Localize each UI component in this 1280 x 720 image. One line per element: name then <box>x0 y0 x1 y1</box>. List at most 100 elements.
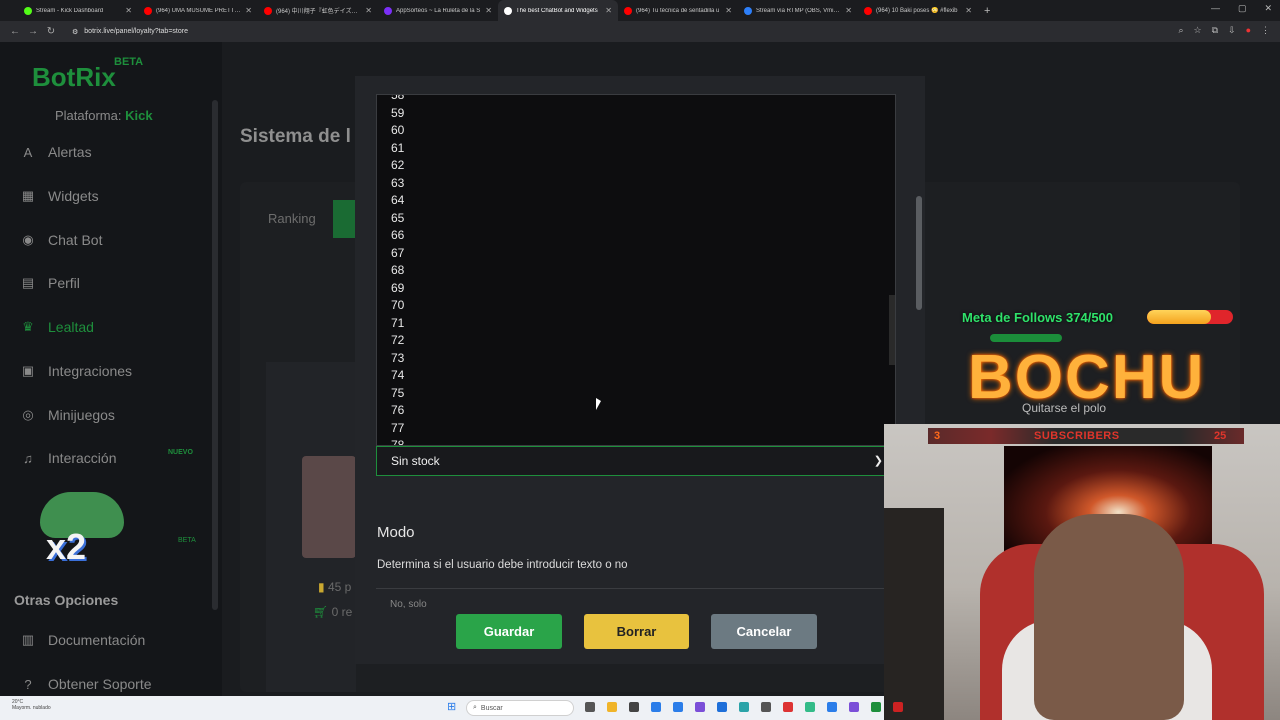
mail-icon[interactable] <box>673 702 683 712</box>
bookmark-star-icon[interactable]: ☆ <box>1194 25 1202 36</box>
sidebar-scrollbar[interactable] <box>212 100 218 610</box>
stock-select-value: Sin stock <box>391 454 440 468</box>
browser-tab[interactable]: (964) 中川翔子『虹色デイズ』~ T ✕ <box>258 0 378 21</box>
extensions-icon[interactable]: ⧉ <box>1212 25 1218 36</box>
stock-option[interactable]: 64 <box>391 192 404 210</box>
stock-option[interactable]: 60 <box>391 122 404 140</box>
stock-option[interactable]: 74 <box>391 367 404 385</box>
photos-icon[interactable] <box>739 702 749 712</box>
document-icon: ▥ <box>21 632 35 647</box>
stock-option[interactable]: 72 <box>391 332 404 350</box>
stock-option[interactable]: 73 <box>391 350 404 368</box>
tab-store-active[interactable] <box>333 200 357 238</box>
reload-icon[interactable]: ↻ <box>42 26 60 37</box>
sidebar-item-widgets[interactable]: ▦ Widgets <box>18 188 99 204</box>
downloads-icon[interactable]: ⇩ <box>1228 25 1236 36</box>
tab-close-icon[interactable]: ✕ <box>965 6 972 15</box>
new-tab-button[interactable]: + <box>984 5 990 17</box>
stock-option[interactable]: 75 <box>391 385 404 403</box>
sidebar-item-chatbot[interactable]: ◉ Chat Bot <box>18 232 102 248</box>
stock-option[interactable]: 61 <box>391 140 404 158</box>
cancel-button[interactable]: Cancelar <box>711 614 817 649</box>
app-icon[interactable] <box>849 702 859 712</box>
sidebar-item-profile[interactable]: ▤ Perfil <box>18 275 80 291</box>
store-icon[interactable] <box>651 702 661 712</box>
browser-tab[interactable]: (964) UMA MUSUME PRETTY D ✕ <box>138 0 258 21</box>
browser-tab[interactable]: Stream vía RTMP (OBS, Vmix, Z ✕ <box>738 0 858 21</box>
file-icon[interactable] <box>629 702 639 712</box>
stock-select[interactable]: Sin stock ❯ <box>376 446 886 476</box>
stock-option[interactable]: 59 <box>391 105 404 123</box>
sidebar-item-loyalty[interactable]: ♛ Lealtad <box>18 319 94 335</box>
chrome-icon[interactable] <box>805 702 815 712</box>
tab-close-icon[interactable]: ✕ <box>845 6 852 15</box>
tab-close-icon[interactable]: ✕ <box>485 6 492 15</box>
forward-icon[interactable]: → <box>24 26 42 37</box>
sidebar-item-interaction[interactable]: ♫ Interacción <box>18 450 116 466</box>
mode-select[interactable]: No, solo <box>376 588 886 608</box>
tab-close-icon[interactable]: ✕ <box>605 6 612 15</box>
tab-close-icon[interactable]: ✕ <box>725 6 732 15</box>
page-title: Sistema de l <box>240 126 351 147</box>
tab-title: Stream vía RTMP (OBS, Vmix, Z <box>756 7 842 14</box>
stock-option[interactable]: 65 <box>391 210 404 228</box>
list-scrollbar-thumb[interactable] <box>889 295 895 365</box>
back-icon[interactable]: ← <box>6 26 24 37</box>
edge-icon[interactable] <box>717 702 727 712</box>
stock-option[interactable]: 66 <box>391 227 404 245</box>
stock-option[interactable]: 78 <box>391 437 404 445</box>
file-explorer-icon[interactable] <box>607 702 617 712</box>
botrix-logo[interactable]: BotRix <box>32 62 116 93</box>
menu-icon[interactable]: ⋮ <box>1261 25 1270 36</box>
sidebar-item-integrations[interactable]: ▣ Integraciones <box>18 363 132 379</box>
zoom-icon[interactable]: ⌕ <box>1178 25 1183 36</box>
browser-tab[interactable]: (964) 10 Baki poses 😳 #flexib ✕ <box>858 0 978 21</box>
browser-tab[interactable]: (964) Tu técnica de sentadilla u ✕ <box>618 0 738 21</box>
browser-tab[interactable]: AppSorteos ~ La Ruleta de la S ✕ <box>378 0 498 21</box>
cart-icon: 🛒︎ <box>313 605 329 619</box>
minimize-icon[interactable]: — <box>1211 3 1220 14</box>
browser-tab[interactable]: The best ChatBot and Widgets ✕ <box>498 0 618 21</box>
close-window-icon[interactable]: ✕ <box>1264 3 1272 14</box>
maximize-icon[interactable]: ▢ <box>1238 3 1247 14</box>
sidebar-item-documentation[interactable]: ▥ Documentación <box>18 632 145 648</box>
windows-start-icon[interactable]: ⊞ <box>447 702 458 713</box>
delete-button[interactable]: Borrar <box>584 614 689 649</box>
stock-option[interactable]: 71 <box>391 315 404 333</box>
store-item-redeemed-text: 0 re <box>331 605 353 619</box>
stock-option[interactable]: 69 <box>391 280 404 298</box>
modal-scrollbar[interactable] <box>916 196 922 310</box>
teams-icon[interactable] <box>695 702 705 712</box>
stock-option[interactable]: 63 <box>391 175 404 193</box>
tab-close-icon[interactable]: ✕ <box>245 6 252 15</box>
tab-favicon-icon <box>864 6 872 15</box>
git-icon[interactable] <box>761 702 771 712</box>
list-scrollbar-track[interactable] <box>889 95 895 445</box>
tab-ranking[interactable]: Ranking <box>268 211 316 226</box>
save-button[interactable]: Guardar <box>456 614 562 649</box>
stock-option[interactable]: 62 <box>391 157 404 175</box>
tab-close-icon[interactable]: ✕ <box>365 6 372 15</box>
stock-option[interactable]: 76 <box>391 402 404 420</box>
sidebar-item-minigames[interactable]: ◎ Minijuegos <box>18 407 115 423</box>
stock-option[interactable]: 58 <box>391 95 404 105</box>
stock-option[interactable]: 77 <box>391 420 404 438</box>
url-input[interactable]: ⚙ botrix.live/panel/loyalty?tab=store <box>66 23 1186 40</box>
weather-widget[interactable]: 20°C Mayorm. nublado <box>12 699 51 711</box>
stock-option[interactable]: 70 <box>391 297 404 315</box>
browser-tab[interactable]: Stream - Kick Dashboard ✕ <box>18 0 138 21</box>
taskbar-search-input[interactable]: ⌕ Buscar <box>466 700 574 716</box>
stock-option[interactable]: 67 <box>391 245 404 263</box>
chrome-icon[interactable] <box>783 702 793 712</box>
stock-option[interactable]: 68 <box>391 262 404 280</box>
profile-avatar[interactable]: ● <box>1246 25 1251 36</box>
sidebar-item-support[interactable]: ? Obtener Soporte <box>18 676 151 692</box>
obs-icon[interactable] <box>893 702 903 712</box>
task-view-icon[interactable] <box>585 702 595 712</box>
tab-close-icon[interactable]: ✕ <box>125 6 132 15</box>
browser-icon[interactable] <box>827 702 837 712</box>
site-info-icon[interactable]: ⚙ <box>72 28 78 36</box>
sidebar-item-alerts[interactable]: A Alertas <box>18 144 92 160</box>
stock-dropdown-list[interactable]: 58 59 60 61 62 63 64 65 66 67 68 69 70 71 72 73 74 75 76 77… <box>376 94 896 446</box>
excel-icon[interactable] <box>871 702 881 712</box>
